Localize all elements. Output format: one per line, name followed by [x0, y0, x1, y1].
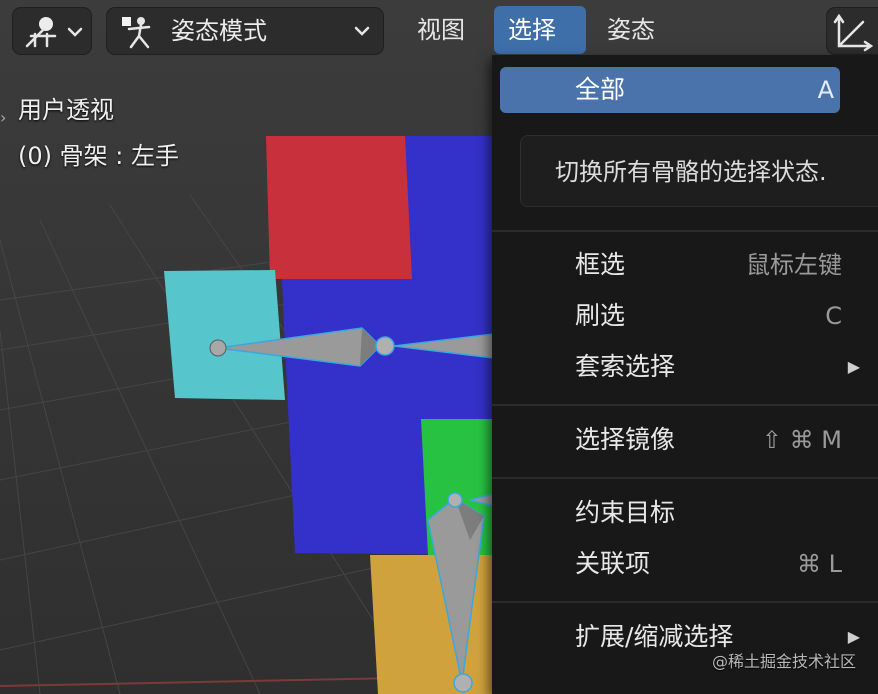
menu-item-circle-select[interactable]: 刷选 C — [492, 293, 878, 339]
watermark: @稀土掘金技术社区 — [711, 652, 856, 671]
object-info-label: (0) 骨架 : 左手 — [18, 142, 179, 170]
cyan-face — [164, 270, 285, 400]
menu-item-shortcut: ⌘ L — [797, 550, 842, 578]
tooltip: 切换所有骨骼的选择状态. — [520, 135, 878, 207]
menu-item-shortcut: ⇧ ⌘ M — [761, 426, 842, 454]
menu-item-label: 约束目标 — [575, 498, 676, 527]
menu-item-shortcut: C — [825, 302, 842, 330]
menu-item-constraint-target[interactable]: 约束目标 — [492, 490, 878, 536]
menu-item-shortcut: 鼠标左键 — [746, 251, 842, 279]
menu-separator — [492, 477, 878, 479]
menu-item-box-select[interactable]: 框选 鼠标左键 — [492, 242, 878, 288]
menu-item-label: 框选 — [575, 250, 626, 279]
menu-item-linked[interactable]: 关联项 ⌘ L — [492, 541, 878, 587]
menu-item-shortcut: A — [817, 76, 834, 104]
armature-gizmo-icon — [25, 17, 83, 48]
menu-pose[interactable]: 姿态 — [593, 6, 669, 54]
toolbar-expand-icon[interactable]: › — [0, 108, 6, 127]
menu-item-all[interactable]: 全部 A — [500, 67, 840, 113]
menu-item-label: 扩展/缩减选择 — [575, 622, 734, 651]
tooltip-text: 切换所有骨骼的选择状态. — [555, 158, 827, 186]
view-name-label: 用户透视 — [18, 96, 114, 124]
menu-item-label: 套索选择 — [575, 352, 676, 381]
menu-item-label: 全部 — [575, 75, 626, 104]
submenu-arrow-icon: ▶ — [847, 357, 860, 376]
menu-item-label: 选择镜像 — [575, 425, 676, 454]
chevron-down-icon — [67, 27, 83, 37]
menu-item-select-mirror[interactable]: 选择镜像 ⇧ ⌘ M — [492, 417, 878, 463]
menu-item-lasso-select[interactable]: 套索选择 ▶ — [492, 344, 878, 390]
menu-separator — [492, 404, 878, 406]
transform-orientation-button[interactable] — [826, 7, 878, 55]
chevron-down-icon — [354, 26, 370, 36]
object-gizmo-dropdown[interactable] — [12, 7, 92, 55]
menu-view[interactable]: 视图 — [403, 6, 479, 54]
menu-item-label: 关联项 — [575, 549, 651, 578]
mode-label: 姿态模式 — [171, 17, 267, 45]
menu-separator — [492, 230, 878, 232]
menu-item-label: 刷选 — [575, 301, 626, 330]
menu-select[interactable]: 选择 — [494, 6, 586, 54]
transform-icon — [833, 13, 874, 52]
red-face — [266, 136, 412, 279]
pose-mode-icon — [122, 17, 151, 49]
mode-selector[interactable]: 姿态模式 — [106, 7, 384, 55]
menu-separator — [492, 601, 878, 603]
